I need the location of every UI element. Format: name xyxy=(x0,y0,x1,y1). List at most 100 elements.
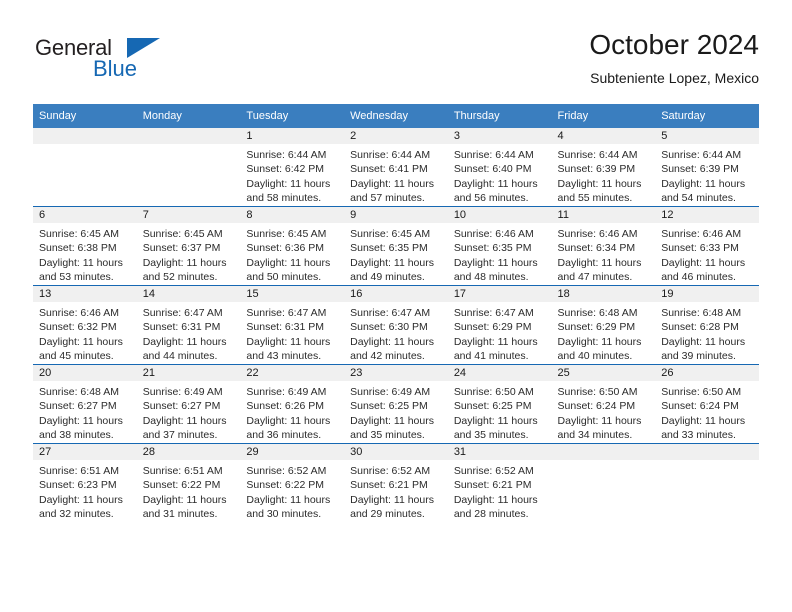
sunrise-text: Sunrise: 6:50 AM xyxy=(661,386,742,398)
calendar-day-cell[interactable]: 11 Sunrise: 6:46 AM Sunset: 6:34 PM Dayligh… xyxy=(551,206,656,286)
day-details: Sunrise: 6:51 AM Sunset: 6:23 PM Daylight:… xyxy=(33,460,137,522)
daylight-text: Daylight: 11 hours xyxy=(246,414,331,427)
calendar-day-cell[interactable]: 6 Sunrise: 6:45 AM Sunset: 6:38 PM Daylight… xyxy=(33,206,137,286)
day-number: 31 xyxy=(447,444,552,460)
daylight-text: and 32 minutes. xyxy=(39,508,114,521)
calendar-day-cell[interactable]: 3 Sunrise: 6:44 AM Sunset: 6:40 PM Daylight… xyxy=(447,128,552,207)
calendar-day-cell[interactable]: 31 Sunrise: 6:52 AM Sunset: 6:21 PM Dayligh… xyxy=(447,443,552,522)
calendar-day-cell[interactable]: 16 Sunrise: 6:47 AM Sunset: 6:30 PM Dayligh… xyxy=(344,285,448,365)
daylight-text: and 57 minutes. xyxy=(350,192,425,205)
daylight-text: and 52 minutes. xyxy=(142,271,218,284)
day-number: 25 xyxy=(551,365,656,381)
sunset-text: Sunset: 6:42 PM xyxy=(246,163,325,176)
sunrise-text: Sunrise: 6:45 AM xyxy=(350,228,431,240)
sunrise-text: Sunrise: 6:46 AM xyxy=(39,307,119,319)
day-number: 21 xyxy=(136,365,241,381)
sunrise-text: Sunrise: 6:45 AM xyxy=(246,228,327,240)
calendar-day-cell[interactable]: 23 Sunrise: 6:49 AM Sunset: 6:25 PM Dayligh… xyxy=(344,364,448,444)
sunrise-text: Sunrise: 6:48 AM xyxy=(39,386,119,398)
day-number: 11 xyxy=(551,207,656,223)
sunrise-text: Sunrise: 6:46 AM xyxy=(661,228,742,240)
day-details: Sunrise: 6:44 AM Sunset: 6:40 PM Daylight:… xyxy=(448,144,552,206)
title-block: October 2024 Subteniente Lopez, Mexico xyxy=(589,28,759,88)
sunrise-text: Sunrise: 6:46 AM xyxy=(557,228,638,240)
daylight-text: and 49 minutes. xyxy=(350,271,425,284)
day-details: Sunrise: 6:46 AM Sunset: 6:34 PM Daylight:… xyxy=(552,223,656,285)
sunrise-text: Sunrise: 6:49 AM xyxy=(246,386,327,398)
calendar-day-cell[interactable]: 9 Sunrise: 6:45 AM Sunset: 6:35 PM Daylight… xyxy=(344,206,448,286)
calendar-day-cell[interactable]: 10 Sunrise: 6:46 AM Sunset: 6:35 PM Dayligh… xyxy=(447,206,552,286)
daylight-text: Daylight: 11 hours xyxy=(453,414,538,427)
calendar-day-cell[interactable]: 8 Sunrise: 6:45 AM Sunset: 6:36 PM Daylight… xyxy=(240,206,345,286)
sunset-text: Sunset: 6:28 PM xyxy=(661,321,739,334)
day-details: Sunrise: 6:47 AM Sunset: 6:29 PM Daylight:… xyxy=(448,302,552,364)
sunrise-text: Sunrise: 6:44 AM xyxy=(246,149,327,161)
sunset-text: Sunset: 6:35 PM xyxy=(350,242,428,255)
daylight-text: and 35 minutes. xyxy=(453,429,529,442)
calendar-day-cell[interactable]: 19 Sunrise: 6:48 AM Sunset: 6:28 PM Dayligh… xyxy=(655,285,759,365)
day-number: 14 xyxy=(136,286,241,302)
calendar-day-cell[interactable]: 28 Sunrise: 6:51 AM Sunset: 6:22 PM Dayligh… xyxy=(136,443,241,522)
calendar-day-cell[interactable]: 18 Sunrise: 6:48 AM Sunset: 6:29 PM Dayligh… xyxy=(551,285,656,365)
sunset-text: Sunset: 6:37 PM xyxy=(142,242,221,255)
page-subtitle: Subteniente Lopez, Mexico xyxy=(590,70,759,86)
calendar-day-cell-empty xyxy=(551,443,656,522)
day-details: Sunrise: 6:47 AM Sunset: 6:31 PM Daylight:… xyxy=(240,302,344,364)
calendar-day-cell[interactable]: 27 Sunrise: 6:51 AM Sunset: 6:23 PM Dayligh… xyxy=(33,443,137,522)
sunrise-text: Sunrise: 6:52 AM xyxy=(246,465,327,477)
sunset-text: Sunset: 6:24 PM xyxy=(661,400,739,413)
sunrise-text: Sunrise: 6:50 AM xyxy=(453,386,534,398)
calendar-day-cell[interactable]: 29 Sunrise: 6:52 AM Sunset: 6:22 PM Dayligh… xyxy=(240,443,345,522)
daylight-text: and 34 minutes. xyxy=(557,429,633,442)
sunset-text: Sunset: 6:24 PM xyxy=(557,400,636,413)
calendar-day-cell[interactable]: 12 Sunrise: 6:46 AM Sunset: 6:33 PM Dayligh… xyxy=(655,206,759,286)
calendar-day-cell[interactable]: 20 Sunrise: 6:48 AM Sunset: 6:27 PM Dayligh… xyxy=(33,364,137,444)
sunrise-text: Sunrise: 6:44 AM xyxy=(350,149,431,161)
day-number: 6 xyxy=(33,207,137,223)
calendar-day-cell[interactable]: 15 Sunrise: 6:47 AM Sunset: 6:31 PM Dayligh… xyxy=(240,285,345,365)
calendar-day-cell-empty xyxy=(33,128,137,207)
calendar-day-cell[interactable]: 30 Sunrise: 6:52 AM Sunset: 6:21 PM Dayligh… xyxy=(344,443,448,522)
calendar-week-row: 20 Sunrise: 6:48 AM Sunset: 6:27 PM Dayligh… xyxy=(33,364,759,444)
calendar-day-cell[interactable]: 4 Sunrise: 6:44 AM Sunset: 6:39 PM Daylight… xyxy=(551,128,656,207)
general-blue-logo: General Blue xyxy=(33,35,233,93)
day-number: 26 xyxy=(655,365,759,381)
sunset-text: Sunset: 6:21 PM xyxy=(453,479,532,492)
day-number: 9 xyxy=(344,207,448,223)
weekday-header-saturday: Saturday xyxy=(655,104,759,128)
day-number: 12 xyxy=(655,207,759,223)
calendar-day-cell[interactable]: 1 Sunrise: 6:44 AM Sunset: 6:42 PM Daylight… xyxy=(240,128,345,207)
sunrise-text: Sunrise: 6:49 AM xyxy=(142,386,223,398)
calendar-day-cell[interactable]: 13 Sunrise: 6:46 AM Sunset: 6:32 PM Dayligh… xyxy=(33,285,137,365)
daylight-text: and 53 minutes. xyxy=(39,271,114,284)
calendar-day-cell[interactable]: 5 Sunrise: 6:44 AM Sunset: 6:39 PM Daylight… xyxy=(655,128,759,207)
calendar-day-cell[interactable]: 26 Sunrise: 6:50 AM Sunset: 6:24 PM Dayligh… xyxy=(655,364,759,444)
daylight-text: Daylight: 11 hours xyxy=(142,493,227,506)
page-header: General Blue October 2024 Subteniente Lo… xyxy=(33,28,759,98)
day-number xyxy=(551,444,656,460)
sunrise-text: Sunrise: 6:51 AM xyxy=(142,465,223,477)
calendar-day-cell[interactable]: 2 Sunrise: 6:44 AM Sunset: 6:41 PM Daylight… xyxy=(344,128,448,207)
calendar-day-cell[interactable]: 21 Sunrise: 6:49 AM Sunset: 6:27 PM Dayligh… xyxy=(136,364,241,444)
calendar-day-cell[interactable]: 24 Sunrise: 6:50 AM Sunset: 6:25 PM Dayligh… xyxy=(447,364,552,444)
day-number: 4 xyxy=(551,128,656,144)
daylight-text: and 48 minutes. xyxy=(453,271,529,284)
daylight-text: Daylight: 11 hours xyxy=(453,493,538,506)
sunrise-sunset-calendar: Sunday Monday Tuesday Wednesday Thursday… xyxy=(33,104,759,522)
daylight-text: and 50 minutes. xyxy=(246,271,322,284)
calendar-day-cell[interactable]: 7 Sunrise: 6:45 AM Sunset: 6:37 PM Daylight… xyxy=(136,206,241,286)
calendar-day-cell[interactable]: 25 Sunrise: 6:50 AM Sunset: 6:24 PM Dayligh… xyxy=(551,364,656,444)
calendar-day-cell[interactable]: 22 Sunrise: 6:49 AM Sunset: 6:26 PM Dayligh… xyxy=(240,364,345,444)
sunset-text: Sunset: 6:29 PM xyxy=(453,321,532,334)
logo-text-blue: Blue xyxy=(93,56,138,81)
sunset-text: Sunset: 6:23 PM xyxy=(39,479,117,492)
day-details: Sunrise: 6:46 AM Sunset: 6:32 PM Daylight:… xyxy=(33,302,137,364)
daylight-text: Daylight: 11 hours xyxy=(39,256,123,269)
weekday-header-tuesday: Tuesday xyxy=(240,104,345,128)
weekday-header-friday: Friday xyxy=(551,104,656,128)
daylight-text: and 40 minutes. xyxy=(557,350,633,363)
calendar-day-cell[interactable]: 14 Sunrise: 6:47 AM Sunset: 6:31 PM Dayligh… xyxy=(136,285,241,365)
sunrise-text: Sunrise: 6:50 AM xyxy=(557,386,638,398)
calendar-day-cell[interactable]: 17 Sunrise: 6:47 AM Sunset: 6:29 PM Dayligh… xyxy=(447,285,552,365)
calendar-week-row: 13 Sunrise: 6:46 AM Sunset: 6:32 PM Dayligh… xyxy=(33,285,759,365)
